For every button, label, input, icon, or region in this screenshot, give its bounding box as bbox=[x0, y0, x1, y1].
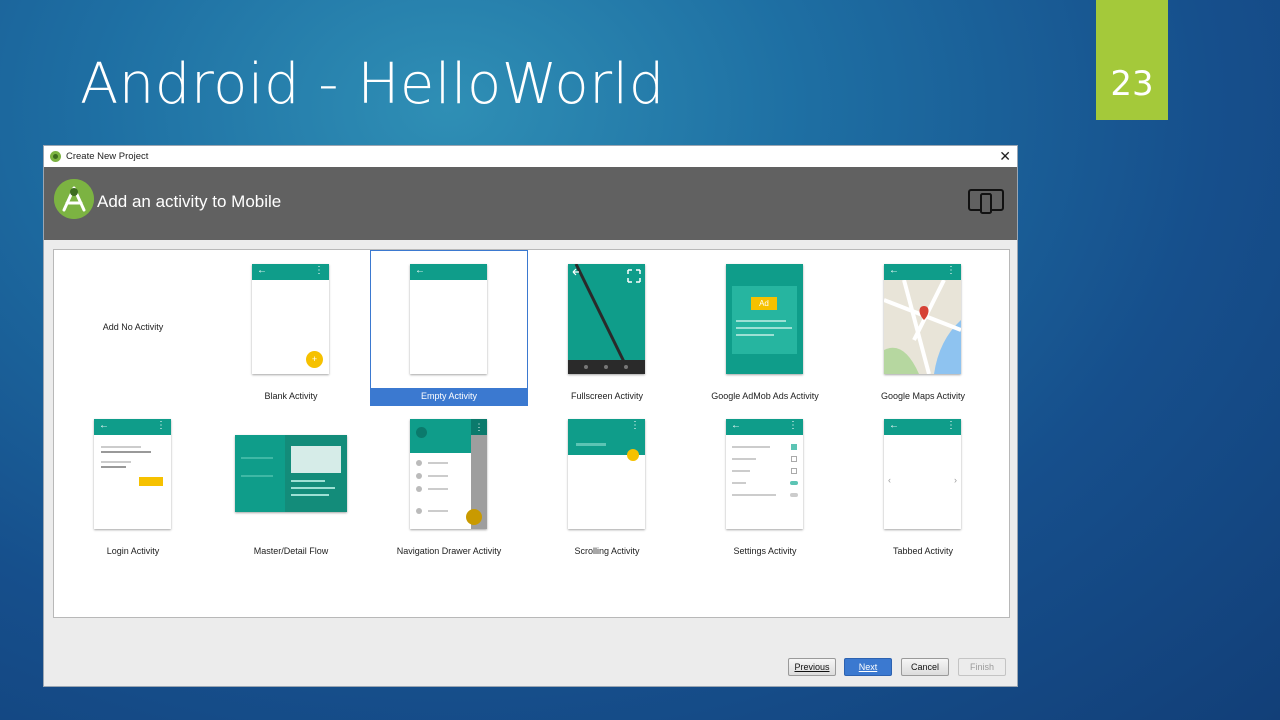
android-studio-icon bbox=[50, 151, 61, 162]
maps-activity-preview: ← ⋮ bbox=[884, 264, 961, 374]
dialog-header: Add an activity to Mobile bbox=[44, 167, 1017, 240]
dialog-titlebar: Create New Project ✕ bbox=[44, 146, 1017, 167]
device-form-factor-icon bbox=[968, 189, 1004, 214]
cancel-button[interactable]: Cancel bbox=[901, 658, 949, 676]
activity-tile-fullscreen-activity[interactable]: Fullscreen Activity bbox=[528, 250, 686, 406]
activity-label: Navigation Drawer Activity bbox=[396, 546, 502, 556]
admob-activity-preview: Ad bbox=[726, 264, 803, 374]
activity-tile-tabbed-activity[interactable]: ← ⋮ ‹ › Tabbed Activity bbox=[844, 406, 1002, 562]
activity-tile-scrolling-activity[interactable]: ⋮ Scrolling Activity bbox=[528, 406, 686, 562]
activity-label: Blank Activity bbox=[264, 391, 318, 401]
settings-activity-preview: ← ⋮ bbox=[726, 419, 803, 529]
page-number: 23 bbox=[1110, 64, 1154, 104]
activity-label: Add No Activity bbox=[102, 322, 164, 332]
master-detail-preview bbox=[235, 435, 347, 512]
activity-label: Tabbed Activity bbox=[892, 546, 954, 556]
activity-tile-empty-activity[interactable]: ← Empty Activity bbox=[370, 250, 528, 406]
ad-badge: Ad bbox=[751, 297, 777, 310]
android-studio-logo-icon bbox=[54, 179, 94, 219]
empty-activity-preview: ← bbox=[410, 264, 487, 374]
blank-activity-preview: ← ⋮ + bbox=[252, 264, 329, 374]
activity-label: Settings Activity bbox=[733, 546, 797, 556]
page-number-badge: 23 bbox=[1096, 0, 1168, 120]
activity-label: Master/Detail Flow bbox=[253, 546, 329, 556]
finish-button[interactable]: Finish bbox=[958, 658, 1006, 676]
scrolling-activity-preview: ⋮ bbox=[568, 419, 645, 529]
navigation-drawer-preview: ⋮ bbox=[410, 419, 487, 529]
sign-in-button-preview bbox=[139, 477, 163, 486]
next-button[interactable]: Next bbox=[844, 658, 892, 676]
activity-label: Empty Activity bbox=[371, 388, 527, 405]
tabbed-activity-preview: ← ⋮ ‹ › bbox=[884, 419, 961, 529]
activity-tile-maps-activity[interactable]: ← ⋮ Google Maps Activity bbox=[844, 250, 1002, 406]
activity-label: Login Activity bbox=[106, 546, 160, 556]
close-icon[interactable]: ✕ bbox=[999, 148, 1011, 165]
previous-button[interactable]: Previous bbox=[788, 658, 836, 676]
fullscreen-activity-preview bbox=[568, 264, 645, 374]
fab-icon: + bbox=[306, 351, 323, 368]
chevron-right-icon: › bbox=[954, 475, 957, 485]
activity-tile-login-activity[interactable]: ← ⋮ Login Activity bbox=[54, 406, 212, 562]
activity-label: Scrolling Activity bbox=[574, 546, 640, 556]
dialog-title: Create New Project bbox=[66, 151, 149, 162]
activity-label: Fullscreen Activity bbox=[570, 391, 644, 401]
login-activity-preview: ← ⋮ bbox=[94, 419, 171, 529]
activity-tile-blank-activity[interactable]: ← ⋮ + Blank Activity bbox=[212, 250, 370, 406]
slide-title: Android - HelloWorld bbox=[80, 52, 665, 117]
activity-label: Google Maps Activity bbox=[880, 391, 966, 401]
header-title: Add an activity to Mobile bbox=[97, 192, 282, 211]
chevron-left-icon: ‹ bbox=[888, 475, 891, 485]
activity-tile-master-detail-flow[interactable]: Master/Detail Flow bbox=[212, 406, 370, 562]
activity-tile-settings-activity[interactable]: ← ⋮ Settings Activity bbox=[686, 406, 844, 562]
activity-tile-add-no-activity[interactable]: Add No Activity bbox=[54, 250, 212, 406]
activity-tile-navigation-drawer[interactable]: ⋮ Navigation Drawer Activity bbox=[370, 406, 528, 562]
create-project-dialog: Create New Project ✕ Add an activity to … bbox=[43, 145, 1018, 687]
activity-gallery: Add No Activity ← ⋮ + Blank Activity ← Em… bbox=[53, 249, 1010, 618]
activity-tile-admob-activity[interactable]: Ad Google AdMob Ads Activity bbox=[686, 250, 844, 406]
activity-label: Google AdMob Ads Activity bbox=[711, 391, 819, 401]
fab-icon bbox=[627, 449, 639, 461]
